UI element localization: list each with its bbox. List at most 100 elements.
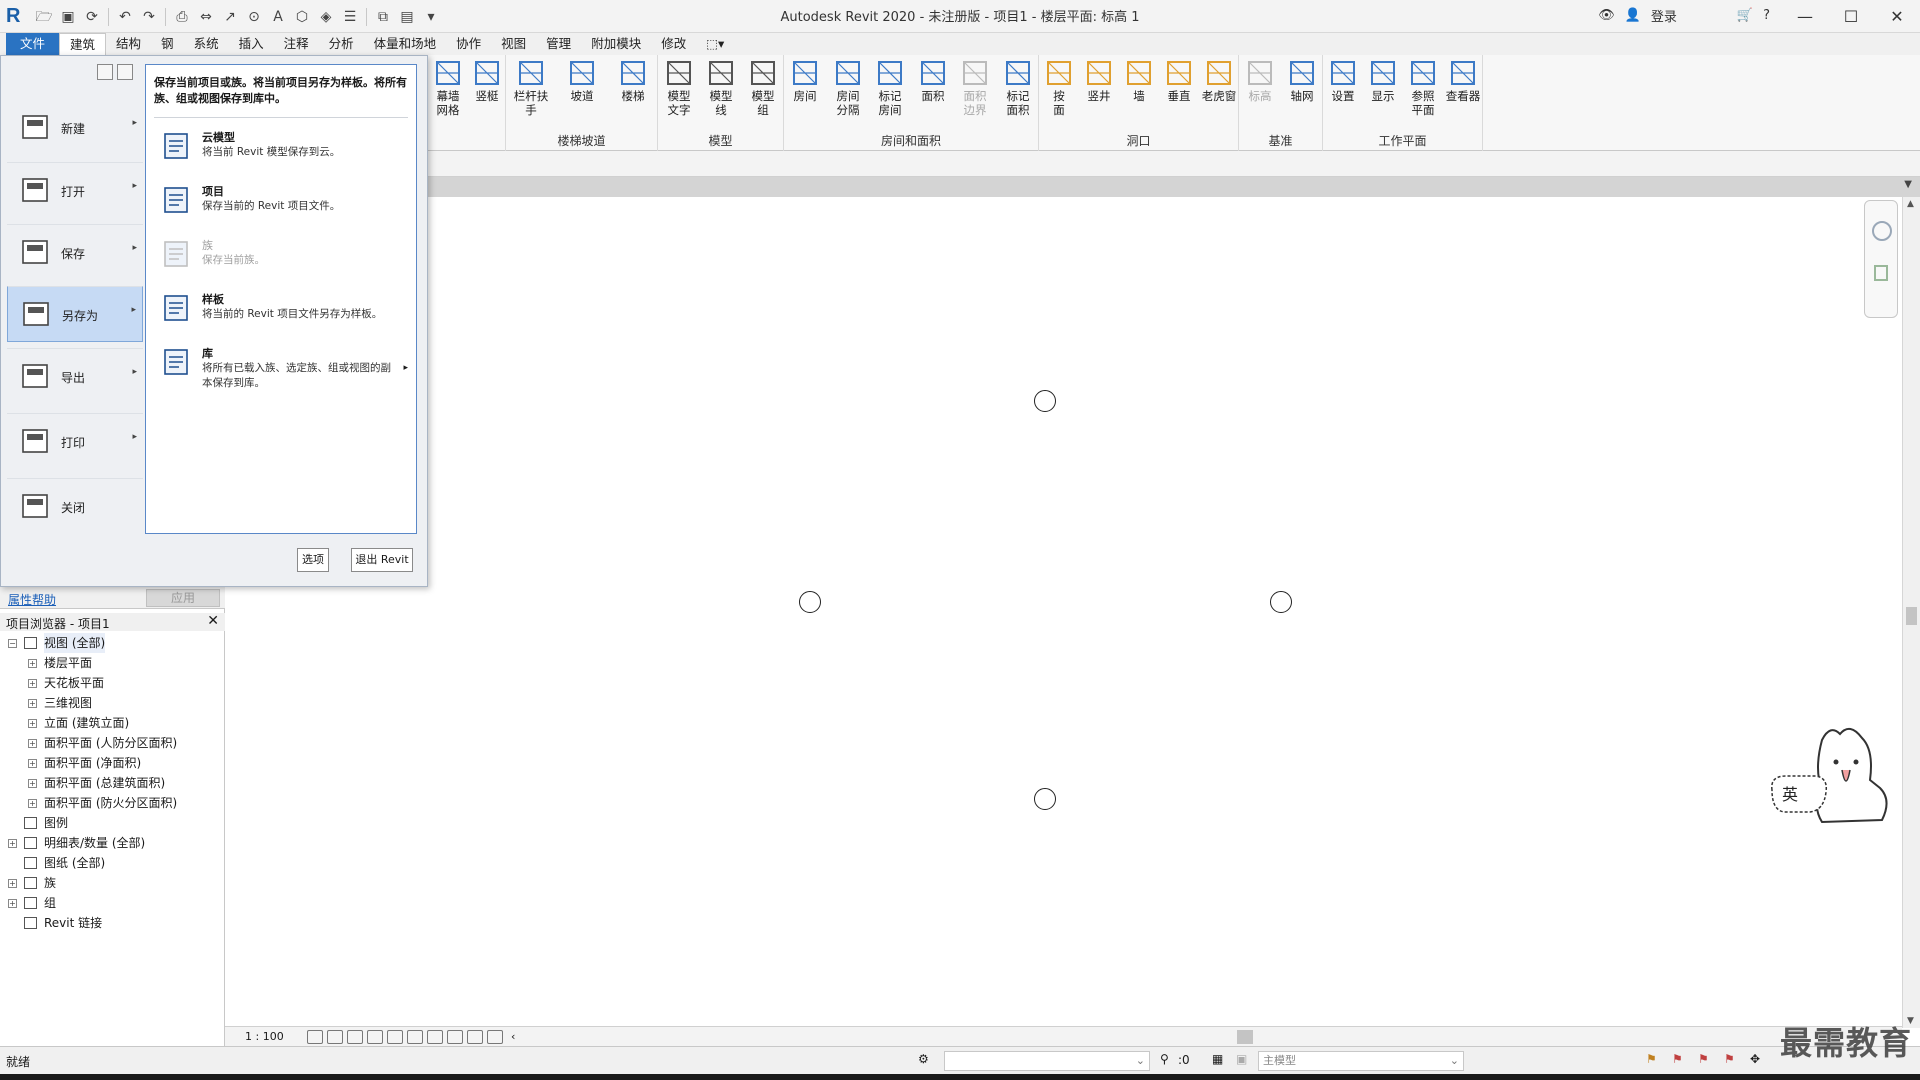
view-scale[interactable]: 1 : 100 <box>245 1030 305 1043</box>
tab-12[interactable]: 附加模块 <box>581 33 651 55</box>
chevron-left-icon[interactable]: ‹ <box>511 1030 515 1043</box>
tab-9[interactable]: 协作 <box>446 33 491 55</box>
menu-command-3[interactable]: 另存为 ▸ <box>7 286 143 342</box>
ribbon-button-4-0[interactable]: 按 面 <box>1040 59 1078 117</box>
tab-8[interactable]: 体量和场地 <box>364 33 447 55</box>
drawing-canvas[interactable] <box>225 197 1902 1028</box>
menu-command-4[interactable]: 导出 ▸ <box>7 348 143 404</box>
dimension-icon[interactable]: ↗ <box>220 7 240 27</box>
expand-icon[interactable]: + <box>8 879 17 888</box>
maximize-button[interactable]: ☐ <box>1828 0 1874 33</box>
ribbon-button-5-0[interactable]: 标高 <box>1241 59 1279 103</box>
login-link[interactable]: 登录 <box>1651 6 1677 25</box>
tab-6[interactable]: 注释 <box>274 33 319 55</box>
show-crop-icon[interactable] <box>407 1029 423 1044</box>
ribbon-button-2-1[interactable]: 模型 线 <box>702 59 740 117</box>
ribbon-button-1-1[interactable]: 坡道 <box>563 59 601 103</box>
section-icon[interactable]: ◈ <box>316 7 336 27</box>
tree-node[interactable]: + 面积平面 (人防分区面积) <box>0 733 225 753</box>
ribbon-button-6-3[interactable]: 查看器 <box>1444 59 1482 103</box>
reveal-hidden-icon[interactable] <box>467 1029 483 1044</box>
detail-level-icon[interactable] <box>307 1029 323 1044</box>
tab-4[interactable]: 系统 <box>184 33 229 55</box>
ribbon-button-5-1[interactable]: 轴网 <box>1283 59 1321 103</box>
apply-button[interactable]: 应用 <box>146 589 220 607</box>
expand-icon[interactable]: + <box>28 679 37 688</box>
print-icon[interactable]: ⎙ <box>172 7 192 27</box>
tab-1[interactable]: 建筑 <box>59 33 107 55</box>
tab-13[interactable]: 修改 <box>651 33 696 55</box>
zoom-icon[interactable] <box>1874 265 1888 281</box>
collapse-icon[interactable]: − <box>8 639 17 648</box>
tab-2[interactable]: 结构 <box>106 33 151 55</box>
select-by-face-icon[interactable]: ⚑ <box>1724 1052 1735 1066</box>
tab-5[interactable]: 插入 <box>229 33 274 55</box>
tree-node[interactable]: + 三维视图 <box>0 693 225 713</box>
select-links-icon[interactable]: ⚑ <box>1646 1052 1657 1066</box>
tree-node[interactable]: + 族 <box>0 873 225 893</box>
expand-icon[interactable]: + <box>8 899 17 908</box>
expand-icon[interactable]: + <box>28 759 37 768</box>
binoculars-icon[interactable]: 👁 <box>1598 8 1615 23</box>
ribbon-button-4-3[interactable]: 垂直 <box>1160 59 1198 103</box>
select-pinned-icon[interactable]: ⚑ <box>1698 1052 1709 1066</box>
submenu-item-1[interactable]: 项目 保存当前的 Revit 项目文件。 <box>154 181 410 231</box>
tab-10[interactable]: 视图 <box>491 33 536 55</box>
menu-command-2[interactable]: 保存 ▸ <box>7 224 143 280</box>
ribbon-button-3-1[interactable]: 房间 分隔 <box>829 59 867 117</box>
visual-style-icon[interactable] <box>327 1029 343 1044</box>
tree-node[interactable]: − 视图 (全部) <box>0 633 225 653</box>
drag-elements-icon[interactable]: ✥ <box>1750 1052 1760 1066</box>
chevron-down-icon[interactable]: ▼ <box>1904 179 1912 190</box>
thin-lines-icon[interactable]: ☰ <box>340 7 360 27</box>
expand-icon[interactable]: + <box>28 779 37 788</box>
scroll-up-icon[interactable]: ▲ <box>1907 199 1914 209</box>
tree-node[interactable]: 图纸 (全部) <box>0 853 225 873</box>
close-button[interactable]: ✕ <box>1874 0 1920 33</box>
horizontal-scrollbar-thumb[interactable] <box>1237 1030 1253 1044</box>
design-option-dropdown[interactable]: 主模型 ⌄ <box>1258 1051 1464 1071</box>
cart-icon[interactable]: 🛒 <box>1737 8 1753 23</box>
tab-0[interactable]: 文件 <box>6 33 60 55</box>
shadows-icon[interactable] <box>367 1029 383 1044</box>
tree-node[interactable]: + 组 <box>0 893 225 913</box>
close-icon[interactable]: ✕ <box>207 613 219 629</box>
ribbon-button-2-0[interactable]: 模型 文字 <box>660 59 698 117</box>
editable-only-icon[interactable]: ⚲ <box>1160 1052 1169 1066</box>
tree-node[interactable]: + 楼层平面 <box>0 653 225 673</box>
options-button[interactable]: 选项 <box>297 548 329 572</box>
menu-command-5[interactable]: 打印 ▸ <box>7 413 143 469</box>
user-icon[interactable]: 👤 <box>1625 8 1641 23</box>
crop-view-icon[interactable] <box>387 1029 403 1044</box>
tree-node[interactable]: + 面积平面 (防火分区面积) <box>0 793 225 813</box>
workset-icon[interactable]: ⚙ <box>918 1052 929 1066</box>
minimize-button[interactable]: — <box>1782 0 1828 33</box>
customize-qat-icon[interactable]: ▾ <box>421 7 441 27</box>
expand-icon[interactable]: + <box>28 699 37 708</box>
elevation-marker-east[interactable] <box>1270 591 1292 613</box>
sun-path-icon[interactable] <box>347 1029 363 1044</box>
menu-command-6[interactable]: 关闭 <box>7 478 143 534</box>
tree-node[interactable]: + 明细表/数量 (全部) <box>0 833 225 853</box>
ribbon-button-4-2[interactable]: 墙 <box>1120 59 1158 103</box>
expand-icon[interactable]: + <box>28 799 37 808</box>
properties-help-link[interactable]: 属性帮助 <box>8 591 56 608</box>
switch-windows-icon[interactable]: ▤ <box>397 7 417 27</box>
workset-dropdown[interactable]: ⌄ <box>944 1051 1150 1071</box>
tree-node[interactable]: + 面积平面 (总建筑面积) <box>0 773 225 793</box>
tree-node[interactable]: + 面积平面 (净面积) <box>0 753 225 773</box>
submenu-item-0[interactable]: 云模型 将当前 Revit 模型保存到云。 <box>154 127 410 177</box>
ribbon-button-3-4[interactable]: 面积 边界 <box>956 59 994 117</box>
temp-hide-icon[interactable] <box>447 1029 463 1044</box>
ribbon-button-3-0[interactable]: 房间 <box>786 59 824 103</box>
steering-wheel-icon[interactable] <box>1872 221 1892 241</box>
tab-11[interactable]: 管理 <box>536 33 581 55</box>
elevation-marker-north[interactable] <box>1034 390 1056 412</box>
ribbon-button-6-1[interactable]: 显示 <box>1364 59 1402 103</box>
scrollbar-thumb[interactable] <box>1906 607 1917 625</box>
ribbon-button-0-0[interactable]: 幕墙 网格 <box>429 59 467 117</box>
menu-command-0[interactable]: 新建 ▸ <box>7 100 143 156</box>
tree-node[interactable]: 图例 <box>0 813 225 833</box>
submenu-item-4[interactable]: 库将所有已载入族、选定族、组或视图的副本保存到库。 ▸ <box>154 343 410 393</box>
chevron-right-icon[interactable]: ▸ <box>403 363 408 373</box>
